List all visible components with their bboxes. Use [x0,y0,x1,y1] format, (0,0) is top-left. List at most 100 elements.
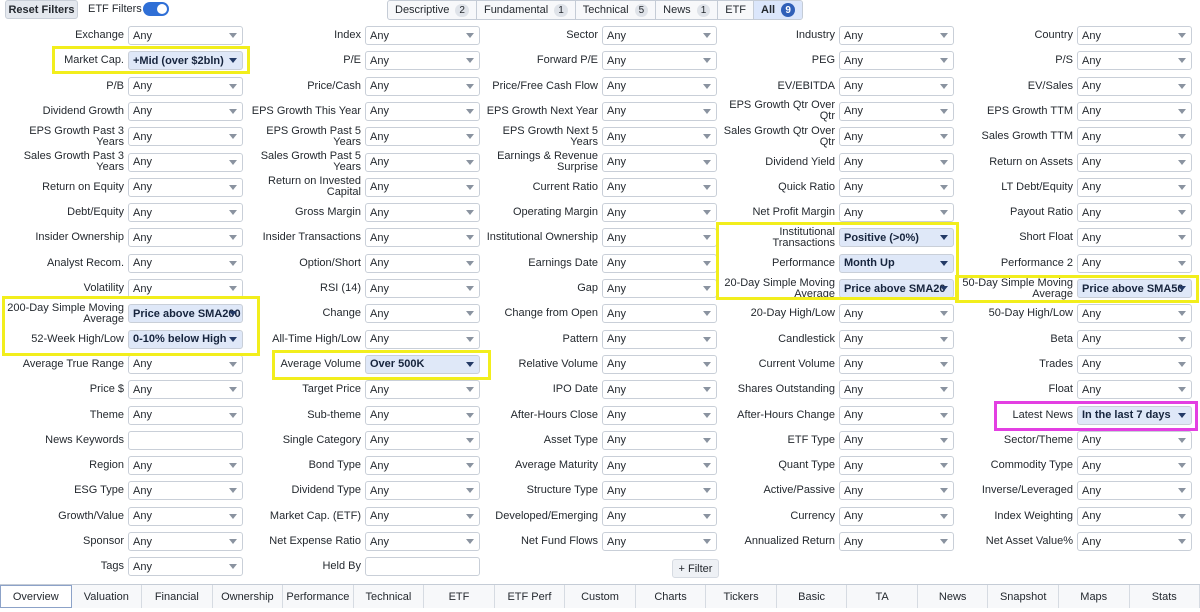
filter-select[interactable]: Any [602,152,717,172]
filter-select[interactable]: Any [1077,51,1192,71]
filter-select[interactable]: Any [128,101,243,121]
filter-select[interactable]: Month Up [839,253,954,273]
filter-select[interactable]: Any [1077,532,1192,551]
filter-select[interactable]: Any [602,127,717,147]
filter-select[interactable]: Any [602,76,717,96]
filter-select[interactable]: Any [839,203,954,223]
filter-select[interactable]: Any [602,203,717,223]
filter-select[interactable]: Any [602,304,717,324]
filter-select[interactable]: In the last 7 days [1077,405,1192,425]
view-tab-performance[interactable]: Performance [283,585,354,608]
filter-select[interactable]: Any [602,279,717,298]
filter-select[interactable]: Any [602,26,717,45]
filter-select[interactable]: Any [128,481,243,501]
filter-select[interactable]: Any [1077,354,1192,374]
view-tab-basic[interactable]: Basic [776,585,848,608]
filter-select[interactable]: Any [128,405,243,425]
view-tab-etf-perf[interactable]: ETF Perf [494,585,566,608]
filter-select[interactable]: Any [1077,304,1192,324]
view-tab-overview[interactable]: Overview [0,585,72,608]
filter-select[interactable]: Price above SMA20 [839,279,954,298]
filter-select[interactable]: Price above SMA50 [1077,279,1192,298]
filter-select[interactable]: Any [839,152,954,172]
filter-select[interactable]: Any [128,26,243,45]
filter-select[interactable]: Any [1077,228,1192,248]
filter-select[interactable]: Any [1077,329,1192,349]
filter-select[interactable]: Any [1077,481,1192,501]
filter-select[interactable]: Any [1077,101,1192,121]
filter-select[interactable]: Any [128,380,243,400]
view-tab-news[interactable]: News [917,585,989,608]
filter-select[interactable]: Any [128,228,243,248]
filter-select[interactable]: Any [128,506,243,526]
filter-select[interactable]: Any [1077,430,1192,450]
filter-select[interactable]: Any [839,76,954,96]
filter-select[interactable]: Any [365,228,480,248]
filter-select[interactable]: Any [365,430,480,450]
view-tab-snapshot[interactable]: Snapshot [988,585,1059,608]
filter-select[interactable]: +Mid (over $2bln) [128,51,243,71]
filter-select[interactable]: Any [839,177,954,197]
filter-select[interactable]: Any [602,253,717,273]
view-tab-financial[interactable]: Financial [142,585,213,608]
filter-select[interactable]: Any [839,532,954,551]
filter-select[interactable]: 0-10% below High [128,329,243,349]
view-tab-etf[interactable]: ETF [424,585,495,608]
filter-select[interactable]: Over 500K [365,354,480,374]
filter-select[interactable]: Any [128,279,243,298]
filter-select[interactable]: Any [365,26,480,45]
filter-select[interactable]: Any [602,51,717,71]
filter-select[interactable]: Any [365,152,480,172]
filter-select[interactable]: Any [602,430,717,450]
filter-select[interactable]: Any [365,329,480,349]
filter-select[interactable]: Any [602,354,717,374]
filter-select[interactable]: Any [839,506,954,526]
filter-select[interactable]: Any [602,532,717,551]
filter-select[interactable]: Any [128,253,243,273]
tab-descriptive[interactable]: Descriptive 2 [388,1,477,19]
filter-select[interactable]: Any [365,76,480,96]
filter-select[interactable]: Any [365,51,480,71]
filter-select[interactable]: Any [365,279,480,298]
filter-select[interactable]: Any [365,127,480,147]
filter-select[interactable]: Any [365,304,480,324]
view-tab-tickers[interactable]: Tickers [706,585,777,608]
view-tab-ta[interactable]: TA [847,585,918,608]
filter-select[interactable]: Any [602,456,717,476]
filter-select[interactable]: Any [365,380,480,400]
filter-select[interactable]: Any [365,177,480,197]
filter-select[interactable]: Any [128,532,243,551]
filter-select[interactable]: Any [365,481,480,501]
view-tab-technical[interactable]: Technical [353,585,425,608]
tab-technical[interactable]: Technical 5 [576,1,657,19]
filter-select[interactable]: Any [1077,506,1192,526]
view-tab-valuation[interactable]: Valuation [71,585,143,608]
filter-select[interactable]: Any [128,354,243,374]
filter-select[interactable]: Any [128,177,243,197]
filter-select[interactable]: Any [365,456,480,476]
tab-etf[interactable]: ETF [718,1,755,19]
filter-select[interactable]: Any [1077,127,1192,147]
filter-select[interactable]: Any [365,101,480,121]
filter-select[interactable]: Any [602,329,717,349]
filter-select[interactable]: Any [839,304,954,324]
filter-select[interactable]: Any [602,380,717,400]
filter-select[interactable]: Any [839,380,954,400]
filter-select[interactable]: Any [1077,380,1192,400]
filter-select[interactable]: Any [1077,26,1192,45]
filter-select[interactable]: Any [365,405,480,425]
filter-select[interactable]: Any [602,228,717,248]
view-tab-ownership[interactable]: Ownership [212,585,284,608]
filter-select[interactable]: Any [128,557,243,577]
filter-select[interactable]: Any [839,354,954,374]
view-tab-custom[interactable]: Custom [565,585,636,608]
view-tab-charts[interactable]: Charts [635,585,707,608]
reset-filters-button[interactable]: Reset Filters [5,0,78,19]
etf-filters-toggle[interactable] [143,2,169,16]
filter-select[interactable]: Any [128,152,243,172]
filter-select[interactable]: Any [839,430,954,450]
filter-select[interactable]: Any [602,177,717,197]
filter-select[interactable]: Any [1077,253,1192,273]
filter-select[interactable]: Any [839,456,954,476]
filter-select[interactable]: Any [839,51,954,71]
